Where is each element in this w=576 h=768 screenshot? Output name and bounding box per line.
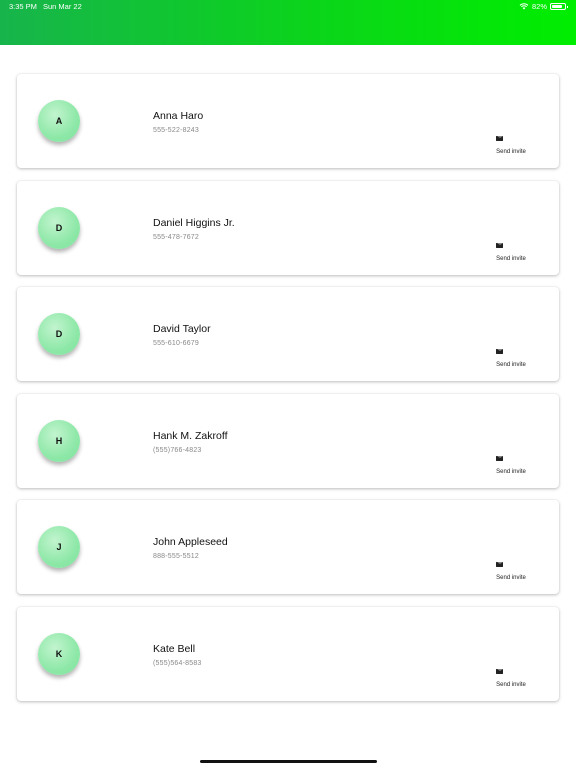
contact-avatar: A — [38, 100, 80, 142]
send-invite-button[interactable]: Send invite — [491, 668, 531, 688]
contact-phone: 555-610-6679 — [153, 340, 199, 348]
contact-phone: 555-522-8243 — [153, 127, 199, 134]
send-invite-button[interactable]: Send invite — [491, 242, 531, 262]
send-invite-label: Send invite — [496, 149, 526, 155]
contact-name: John Appleseed — [153, 536, 228, 549]
send-invite-label: Send invite — [496, 362, 526, 369]
contact-card[interactable]: H Hank M. Zakroff (555)766-4823 Send invite — [17, 393, 559, 488]
contact-avatar: H — [38, 419, 80, 462]
status-bar: 3:35 PM Sun Mar 22 82% — [0, 0, 576, 14]
contact-name: Kate Bell — [153, 642, 196, 655]
mail-icon — [496, 562, 503, 568]
contact-name: Hank M. Zakroff — [153, 429, 228, 442]
send-invite-label: Send invite — [496, 468, 526, 475]
contact-card[interactable]: J John Appleseed 888-555-5512 Send invite — [17, 500, 559, 595]
mail-icon — [496, 136, 503, 141]
contact-card[interactable]: A Anna Haro 555-522-8243 Send invite — [17, 74, 559, 168]
status-time: 3:35 PM — [9, 2, 37, 11]
home-indicator[interactable] — [200, 760, 377, 763]
send-invite-label: Send invite — [496, 255, 526, 262]
wifi-icon — [519, 3, 529, 10]
contact-avatar: D — [38, 313, 80, 356]
battery-level — [552, 5, 562, 8]
contact-name: David Taylor — [153, 323, 211, 336]
send-invite-label: Send invite — [496, 575, 526, 582]
mail-icon — [496, 242, 503, 248]
battery-percent: 82% — [531, 2, 547, 11]
contact-avatar: J — [38, 526, 80, 569]
contact-avatar: K — [38, 632, 80, 675]
send-invite-button[interactable]: Send invite — [491, 455, 531, 475]
contact-phone: 888-555-5512 — [153, 553, 199, 561]
mail-icon — [496, 668, 503, 674]
mail-icon — [496, 349, 503, 355]
contact-phone: 555-478-7672 — [153, 233, 199, 241]
contact-list: A Anna Haro 555-522-8243 Send invite D Daniel… — [17, 74, 559, 714]
header-bar: 3:35 PM Sun Mar 22 82% — [0, 0, 576, 45]
contact-name: Anna Haro — [153, 110, 204, 122]
contact-phone: (555)766-4823 — [153, 446, 202, 454]
send-invite-button[interactable]: Send invite — [491, 349, 531, 368]
contact-card[interactable]: D David Taylor 555-610-6679 Send invite — [17, 287, 559, 382]
contact-name: Daniel Higgins Jr. — [153, 216, 235, 229]
send-invite-button[interactable]: Send invite — [491, 562, 531, 581]
contact-card[interactable]: K Kate Bell (555)564-8583 Send invite — [17, 606, 559, 701]
contact-phone: (555)564-8583 — [153, 659, 202, 667]
status-indicators: 82% — [519, 2, 568, 11]
contact-avatar: D — [38, 206, 80, 249]
send-invite-button[interactable]: Send invite — [491, 136, 531, 155]
send-invite-label: Send invite — [496, 681, 526, 688]
mail-icon — [496, 455, 503, 461]
contact-card[interactable]: D Daniel Higgins Jr. 555-478-7672 Send invi… — [17, 180, 559, 275]
status-date: Sun Mar 22 — [43, 2, 82, 11]
battery-icon — [550, 3, 568, 10]
